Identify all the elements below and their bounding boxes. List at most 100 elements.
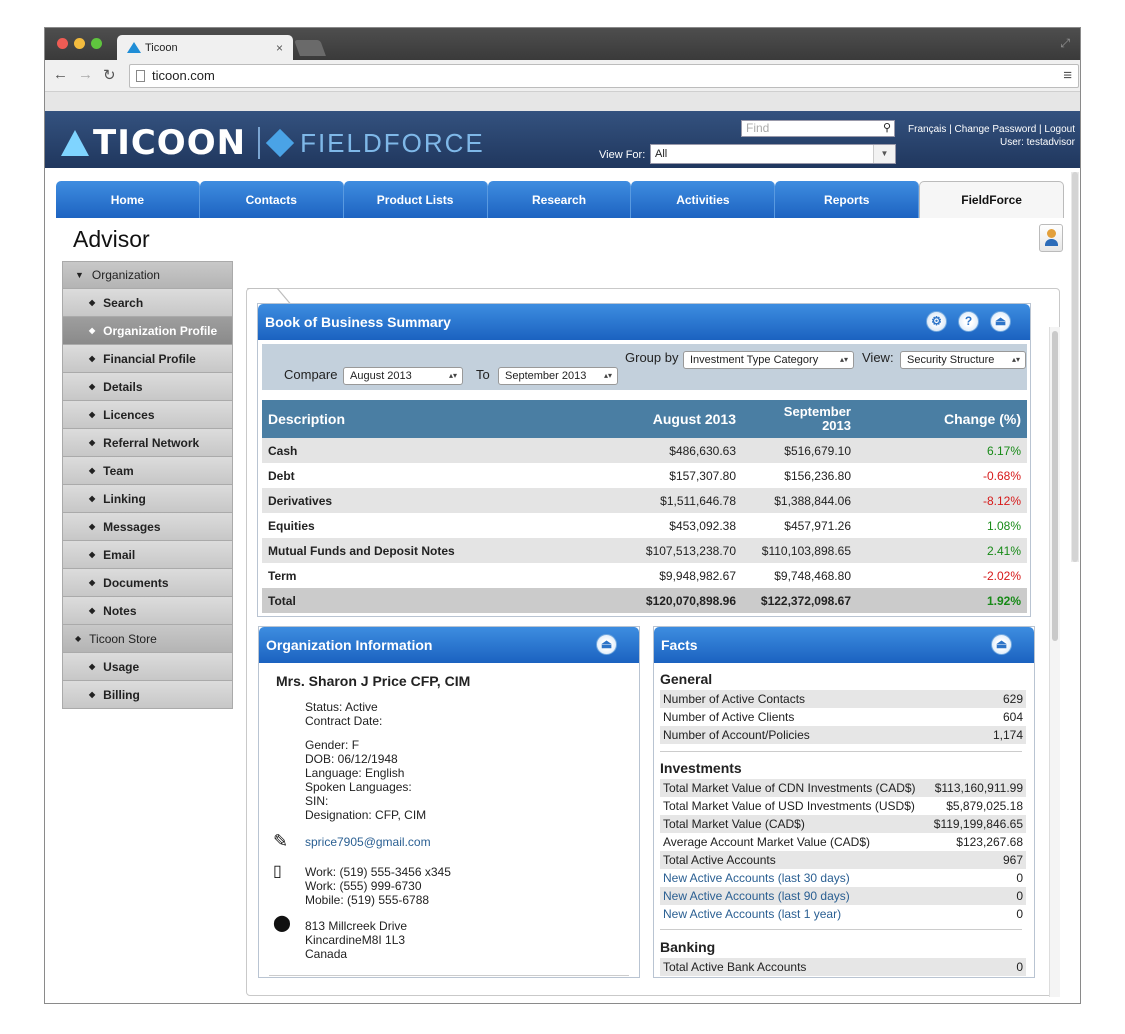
url-text: ticoon.com (152, 68, 215, 83)
phone-block: Work: (519) 555-3456 x345 Work: (555) 99… (305, 865, 451, 907)
fact-row: New Active Accounts (last 1 year) 0 (663, 907, 1023, 921)
view-for-label: View For: (599, 149, 646, 161)
bullet-icon: ◆ (89, 326, 96, 335)
app-header: TICOON FIELDFORCE Find ⚲ View For: All ▼… (45, 111, 1080, 168)
user-profile-button[interactable] (1039, 224, 1063, 252)
header-link-list[interactable]: Français | Change Password | Logout (908, 123, 1075, 136)
group-by-label: Group by (625, 350, 679, 365)
browser-tab[interactable]: Ticoon × (117, 35, 293, 60)
sidebar-item-email[interactable]: ◆ Email (62, 541, 233, 569)
user-icon (1046, 229, 1056, 238)
new-accounts-30-link[interactable]: New Active Accounts (last 30 days) (663, 871, 850, 885)
column-header[interactable]: Change (%) (857, 400, 1027, 438)
section-title: Investments (660, 760, 742, 776)
column-header[interactable]: Description (262, 400, 602, 438)
maximize-window-button[interactable] (91, 38, 102, 49)
widget-title: Organization Information (266, 637, 433, 653)
sidebar-item-billing[interactable]: ◆ Billing (62, 681, 233, 709)
ticoon-logo[interactable]: TICOON FIELDFORCE (61, 123, 485, 163)
sidebar-item-linking[interactable]: ◆ Linking (62, 485, 233, 513)
column-header[interactable]: September 2013 (742, 400, 857, 438)
email-link[interactable]: sprice7905@gmail.com (305, 835, 431, 849)
sidebar-item-licences[interactable]: ◆ Licences (62, 401, 233, 429)
tab-home[interactable]: Home (56, 181, 200, 218)
new-tab-button[interactable] (294, 40, 326, 56)
tab-contacts[interactable]: Contacts (199, 181, 344, 218)
status-block: Status: Active Contract Date: (305, 700, 383, 728)
sidebar-item-financial-profile[interactable]: ◆ Financial Profile (62, 345, 233, 373)
bullet-icon: ◆ (89, 522, 96, 531)
panel-scrollbar[interactable] (1049, 327, 1060, 997)
sidebar-item-referral-network[interactable]: ◆ Referral Network (62, 429, 233, 457)
bullet-icon: ◆ (89, 298, 96, 307)
sidebar-item-documents[interactable]: ◆ Documents (62, 569, 233, 597)
table-row[interactable]: Cash $486,630.63 $516,679.10 6.17% (262, 438, 1027, 463)
find-input[interactable]: Find ⚲ (741, 120, 895, 137)
forward-arrow-icon[interactable]: → (78, 66, 93, 83)
to-label: To (476, 367, 490, 382)
table-row[interactable]: Term $9,948,982.67 $9,748,468.80 -2.02% (262, 563, 1027, 588)
gear-icon[interactable]: ⚙ (926, 311, 947, 332)
view-for-select[interactable]: All ▼ (650, 144, 896, 164)
group-by-select[interactable]: Investment Type Category ▴▾ (683, 351, 854, 369)
compare-select[interactable]: August 2013 ▴▾ (343, 367, 463, 385)
back-arrow-icon[interactable]: ← (53, 66, 68, 83)
updown-icon: ▴▾ (448, 371, 457, 380)
fullscreen-icon[interactable]: ⤢ (1060, 36, 1070, 51)
content-area: Home Contacts Product Lists Research Act… (45, 168, 1080, 1003)
sidebar-item-team[interactable]: ◆ Team (62, 457, 233, 485)
browser-tab-bar: Ticoon × ⤢ (45, 28, 1080, 60)
tab-product-lists[interactable]: Product Lists (343, 181, 488, 218)
collapse-icon[interactable]: ⏏ (991, 634, 1012, 655)
tab-activities[interactable]: Activities (631, 181, 776, 218)
bullet-icon: ◆ (89, 690, 96, 699)
facts-widget: Facts ⏏ General Number of Active Contact… (653, 626, 1035, 978)
fact-row: Total Market Value of USD Investments (U… (663, 799, 1023, 813)
table-row[interactable]: Derivatives $1,511,646.78 $1,388,844.06 -8.… (262, 488, 1027, 513)
tab-research[interactable]: Research (487, 181, 632, 218)
bullet-icon: ◆ (89, 382, 96, 391)
table-row[interactable]: Equities $453,092.38 $457,971.26 1.08% (262, 513, 1027, 538)
collapse-icon[interactable]: ⏏ (990, 311, 1011, 332)
widget-header: Facts ⏏ (654, 627, 1034, 663)
sidebar-item-messages[interactable]: ◆ Messages (62, 513, 233, 541)
tab-reports[interactable]: Reports (775, 181, 920, 218)
table-row[interactable]: Mutual Funds and Deposit Notes $107,513,2… (262, 538, 1027, 563)
new-accounts-90-link[interactable]: New Active Accounts (last 90 days) (663, 889, 850, 903)
menu-icon[interactable]: ≡ (1063, 67, 1072, 84)
sidebar-item-notes[interactable]: ◆ Notes (62, 597, 233, 625)
to-select[interactable]: September 2013 ▴▾ (498, 367, 618, 385)
search-icon[interactable]: ⚲ (883, 121, 891, 136)
fact-row: Total Active Accounts 967 (660, 851, 1026, 869)
fieldforce-diamond-icon (265, 128, 295, 158)
sidebar-item-search[interactable]: ◆ Search (62, 289, 233, 317)
sidebar-group-ticoon-store[interactable]: ◆ Ticoon Store (62, 625, 233, 653)
minimize-window-button[interactable] (74, 38, 85, 49)
help-icon[interactable]: ? (958, 311, 979, 332)
url-bar[interactable]: ticoon.com (129, 64, 1079, 88)
collapse-icon[interactable]: ⏏ (596, 634, 617, 655)
close-window-button[interactable] (57, 38, 68, 49)
sidebar-item-organization-profile[interactable]: ◆ Organization Profile (62, 317, 233, 345)
sidebar: ▼ Organization ◆ Search ◆ Organization Pro… (62, 261, 233, 709)
reload-icon[interactable]: ↻ (103, 66, 116, 84)
updown-icon: ▴▾ (1011, 355, 1020, 364)
logo-triangle-icon (61, 130, 89, 156)
caret-down-icon: ▼ (75, 270, 84, 280)
new-accounts-1yr-link[interactable]: New Active Accounts (last 1 year) (663, 907, 841, 921)
sidebar-group-organization[interactable]: ▼ Organization (62, 261, 233, 289)
view-select[interactable]: Security Structure ▴▾ (900, 351, 1026, 369)
close-tab-icon[interactable]: × (276, 41, 283, 55)
column-header[interactable]: August 2013 (602, 400, 742, 438)
bullet-icon: ◆ (89, 438, 96, 447)
tab-fieldforce[interactable]: FieldForce (919, 181, 1065, 218)
map-pin-icon: ⬤ (273, 915, 291, 932)
organization-info-widget: Organization Information ⏏ Mrs. Sharon J… (258, 626, 640, 978)
sidebar-item-usage[interactable]: ◆ Usage (62, 653, 233, 681)
fact-row: New Active Accounts (last 90 days) 0 (660, 887, 1026, 905)
page-scrollbar[interactable] (1071, 172, 1079, 562)
sidebar-item-details[interactable]: ◆ Details (62, 373, 233, 401)
main-nav-tabs: Home Contacts Product Lists Research Act… (56, 181, 1065, 218)
fact-row: Total Market Value (CAD$) $119,199,846.65 (660, 815, 1026, 833)
table-row[interactable]: Debt $157,307.80 $156,236.80 -0.68% (262, 463, 1027, 488)
